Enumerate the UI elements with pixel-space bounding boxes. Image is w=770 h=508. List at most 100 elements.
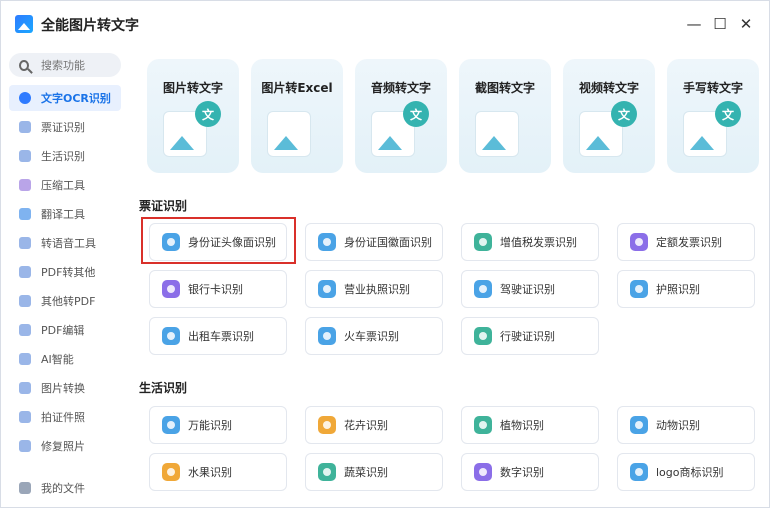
tool-label: 驾驶证识别 [500, 283, 555, 296]
tool-label: 定额发票识别 [656, 236, 722, 249]
tool-button[interactable]: 行驶证识别 [461, 317, 599, 355]
tool-button[interactable]: 定额发票识别 [617, 223, 755, 261]
tool-icon [474, 416, 492, 434]
tool-button[interactable]: 花卉识别 [305, 406, 443, 444]
tool-icon [474, 280, 492, 298]
tool-icon [318, 280, 336, 298]
feature-card[interactable]: 图片转文字文 [147, 59, 239, 173]
app-title: 全能图片转文字 [41, 18, 139, 34]
text-badge-icon: 文 [715, 101, 741, 127]
search-input[interactable] [41, 58, 121, 72]
sidebar-item[interactable]: AI智能 [9, 346, 121, 372]
app-window: 全能图片转文字 — ☐ ✕ 文字OCR识别票证识别生活识别压缩工具翻译工具转语音… [0, 0, 770, 508]
ai-icon [19, 353, 31, 365]
image-convert-icon [19, 382, 31, 394]
pdf2-icon [19, 295, 31, 307]
sidebar-item[interactable]: 其他转PDF [9, 288, 121, 314]
tool-icon [630, 416, 648, 434]
tool-label: 身份证国徽面识别 [344, 236, 432, 249]
sidebar-item[interactable]: 拍证件照 [9, 404, 121, 430]
tool-button[interactable]: 植物识别 [461, 406, 599, 444]
sidebar-item[interactable]: PDF编辑 [9, 317, 121, 343]
tool-icon [318, 463, 336, 481]
sidebar-item[interactable]: 压缩工具 [9, 172, 121, 198]
tool-label: 行驶证识别 [500, 330, 555, 343]
feature-card-label: 手写转文字 [682, 81, 743, 95]
sidebar-item-label: 翻译工具 [41, 208, 85, 221]
tool-button[interactable]: 万能识别 [149, 406, 287, 444]
sidebar-item[interactable]: 票证识别 [9, 114, 121, 140]
tool-icon [162, 463, 180, 481]
sidebar-item[interactable]: 修复照片 [9, 433, 121, 459]
ocr-icon [19, 92, 31, 104]
tool-button[interactable]: 身份证国徽面识别 [305, 223, 443, 261]
selection-highlight [141, 217, 296, 264]
sidebar-item-label: 其他转PDF [41, 295, 96, 308]
section-title-life: 生活识别 [139, 381, 188, 395]
tool-button[interactable]: 动物识别 [617, 406, 755, 444]
tool-label: 万能识别 [188, 419, 232, 432]
voice-icon [19, 237, 31, 249]
tool-label: 增值税发票识别 [500, 236, 577, 249]
tool-button[interactable]: 出租车票识别 [149, 317, 287, 355]
tool-label: 植物识别 [500, 419, 544, 432]
tool-icon [162, 416, 180, 434]
sidebar-item[interactable]: 文字OCR识别 [9, 85, 121, 111]
feature-card-label: 音频转文字 [370, 81, 431, 95]
tool-label: logo商标识别 [656, 466, 724, 479]
feature-card[interactable]: 手写转文字文 [667, 59, 759, 173]
feature-card[interactable]: 音频转文字文 [355, 59, 447, 173]
sidebar-item[interactable]: 图片转换 [9, 375, 121, 401]
feature-card[interactable]: 截图转文字 [459, 59, 551, 173]
tool-icon [474, 327, 492, 345]
feature-card-label: 视频转文字 [578, 81, 639, 95]
app-logo-icon [15, 15, 33, 33]
sidebar-item[interactable]: 生活识别 [9, 143, 121, 169]
tool-icon [474, 233, 492, 251]
tool-label: 出租车票识别 [188, 330, 254, 343]
title-bar: 全能图片转文字 — ☐ ✕ [1, 1, 769, 47]
tool-icon [474, 463, 492, 481]
folder-icon [19, 482, 31, 494]
tool-button[interactable]: 火车票识别 [305, 317, 443, 355]
tool-button[interactable]: 驾驶证识别 [461, 270, 599, 308]
tool-label: 护照识别 [656, 283, 700, 296]
tool-button[interactable]: 增值税发票识别 [461, 223, 599, 261]
sidebar-item[interactable]: PDF转其他 [9, 259, 121, 285]
feature-card-label: 截图转文字 [474, 81, 535, 95]
close-button[interactable]: ✕ [735, 13, 757, 35]
text-badge-icon: 文 [611, 101, 637, 127]
my-files-link[interactable]: 我的文件 [9, 475, 121, 501]
tool-button[interactable]: 数字识别 [461, 453, 599, 491]
tool-button[interactable]: 银行卡识别 [149, 270, 287, 308]
tool-label: 火车票识别 [344, 330, 399, 343]
pdf-icon [19, 266, 31, 278]
tool-button[interactable]: 营业执照识别 [305, 270, 443, 308]
sidebar-item-label: 压缩工具 [41, 179, 85, 192]
feature-card[interactable]: 图片转Excel [251, 59, 343, 173]
sidebar-item[interactable]: 翻译工具 [9, 201, 121, 227]
sidebar-item-label: 文字OCR识别 [41, 92, 111, 105]
tool-button[interactable]: 水果识别 [149, 453, 287, 491]
sidebar-item-label: 转语音工具 [41, 237, 96, 250]
minimize-button[interactable]: — [683, 13, 705, 35]
search-box[interactable] [9, 53, 121, 77]
my-files-label: 我的文件 [41, 482, 85, 495]
sidebar-item-label: PDF转其他 [41, 266, 96, 279]
tool-button[interactable]: 蔬菜识别 [305, 453, 443, 491]
ticket-icon [19, 121, 31, 133]
compress-icon [19, 179, 31, 191]
tool-button[interactable]: 护照识别 [617, 270, 755, 308]
sidebar-item-label: 拍证件照 [41, 411, 85, 424]
pdf-edit-icon [19, 324, 31, 336]
feature-card-label: 图片转Excel [261, 81, 333, 95]
tool-button[interactable]: logo商标识别 [617, 453, 755, 491]
sidebar-item-label: 修复照片 [41, 440, 85, 453]
sidebar-item-label: 图片转换 [41, 382, 85, 395]
maximize-button[interactable]: ☐ [709, 13, 731, 35]
feature-card[interactable]: 视频转文字文 [563, 59, 655, 173]
sidebar-item[interactable]: 转语音工具 [9, 230, 121, 256]
tool-icon [162, 327, 180, 345]
feature-illustration-icon [475, 111, 519, 157]
tool-icon [630, 463, 648, 481]
